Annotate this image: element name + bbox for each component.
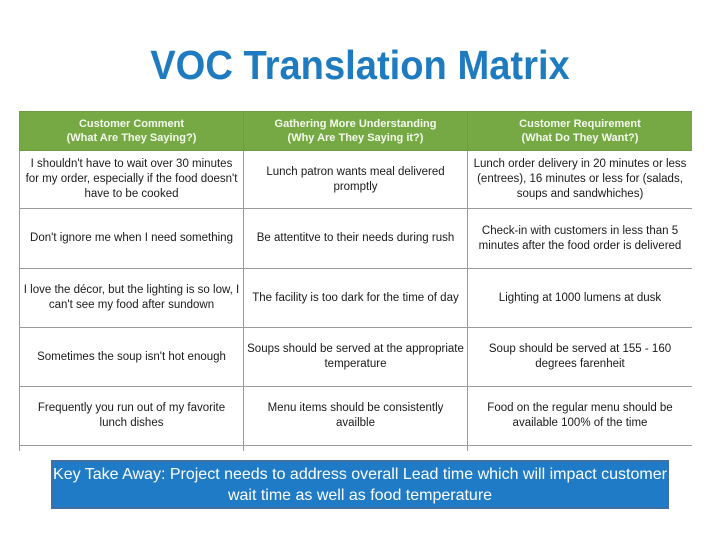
cell-requirement: Food on the regular menu should be avail… <box>467 386 692 446</box>
cell-understanding: Menu items should be consistently availb… <box>243 386 468 446</box>
cell-requirement: Lighting at 1000 lumens at dusk <box>467 268 692 328</box>
table-row: I shouldn't have to wait over 30 minutes… <box>19 150 692 209</box>
cell-understanding: Soups should be served at the appropriat… <box>243 327 468 387</box>
cell-understanding: The facility is too dark for the time of… <box>243 268 468 328</box>
voc-translation-matrix: Customer Comment (What Are They Saying?)… <box>19 111 692 451</box>
cell-empty <box>19 445 244 451</box>
header-subtitle: (Why Are They Saying it?) <box>287 132 424 144</box>
header-title: Customer Comment <box>78 118 185 130</box>
table-row: Sometimes the soup isn't hot enough Soup… <box>19 327 692 387</box>
header-row: Customer Comment (What Are They Saying?)… <box>19 111 692 151</box>
cell-comment: Frequently you run out of my favorite lu… <box>19 386 244 446</box>
cell-comment: Don't ignore me when I need something <box>19 208 244 269</box>
cell-empty <box>467 445 692 451</box>
voc-matrix-container: Customer Comment (What Are They Saying?)… <box>19 111 692 451</box>
header-title: Gathering More Understanding <box>274 118 437 130</box>
key-takeaway-box: Key Take Away: Project needs to address … <box>51 460 669 509</box>
cell-understanding: Be attentitve to their needs during rush <box>243 208 468 269</box>
cell-understanding: Lunch patron wants meal delivered prompt… <box>243 150 468 209</box>
table-row-cut-off <box>19 445 692 451</box>
header-gathering-understanding: Gathering More Understanding (Why Are Th… <box>243 111 468 151</box>
table-row: Don't ignore me when I need something Be… <box>19 208 692 269</box>
cell-requirement: Lunch order delivery in 20 minutes or le… <box>467 150 692 209</box>
header-subtitle: (What Do They Want?) <box>521 132 639 144</box>
cell-requirement: Check-in with customers in less than 5 m… <box>467 208 692 269</box>
cell-empty <box>243 445 468 451</box>
cell-comment: I love the décor, but the lighting is so… <box>19 268 244 328</box>
cell-requirement: Soup should be served at 155 - 160 degre… <box>467 327 692 387</box>
header-subtitle: (What Are They Saying?) <box>66 132 197 144</box>
header-customer-requirement: Customer Requirement (What Do They Want?… <box>467 111 692 151</box>
slide-title: VOC Translation Matrix <box>150 42 570 88</box>
cell-comment: Sometimes the soup isn't hot enough <box>19 327 244 387</box>
table-row: I love the décor, but the lighting is so… <box>19 268 692 328</box>
cell-comment: I shouldn't have to wait over 30 minutes… <box>19 150 244 209</box>
header-title: Customer Requirement <box>519 118 641 130</box>
table-row: Frequently you run out of my favorite lu… <box>19 386 692 446</box>
header-customer-comment: Customer Comment (What Are They Saying?) <box>19 111 244 151</box>
